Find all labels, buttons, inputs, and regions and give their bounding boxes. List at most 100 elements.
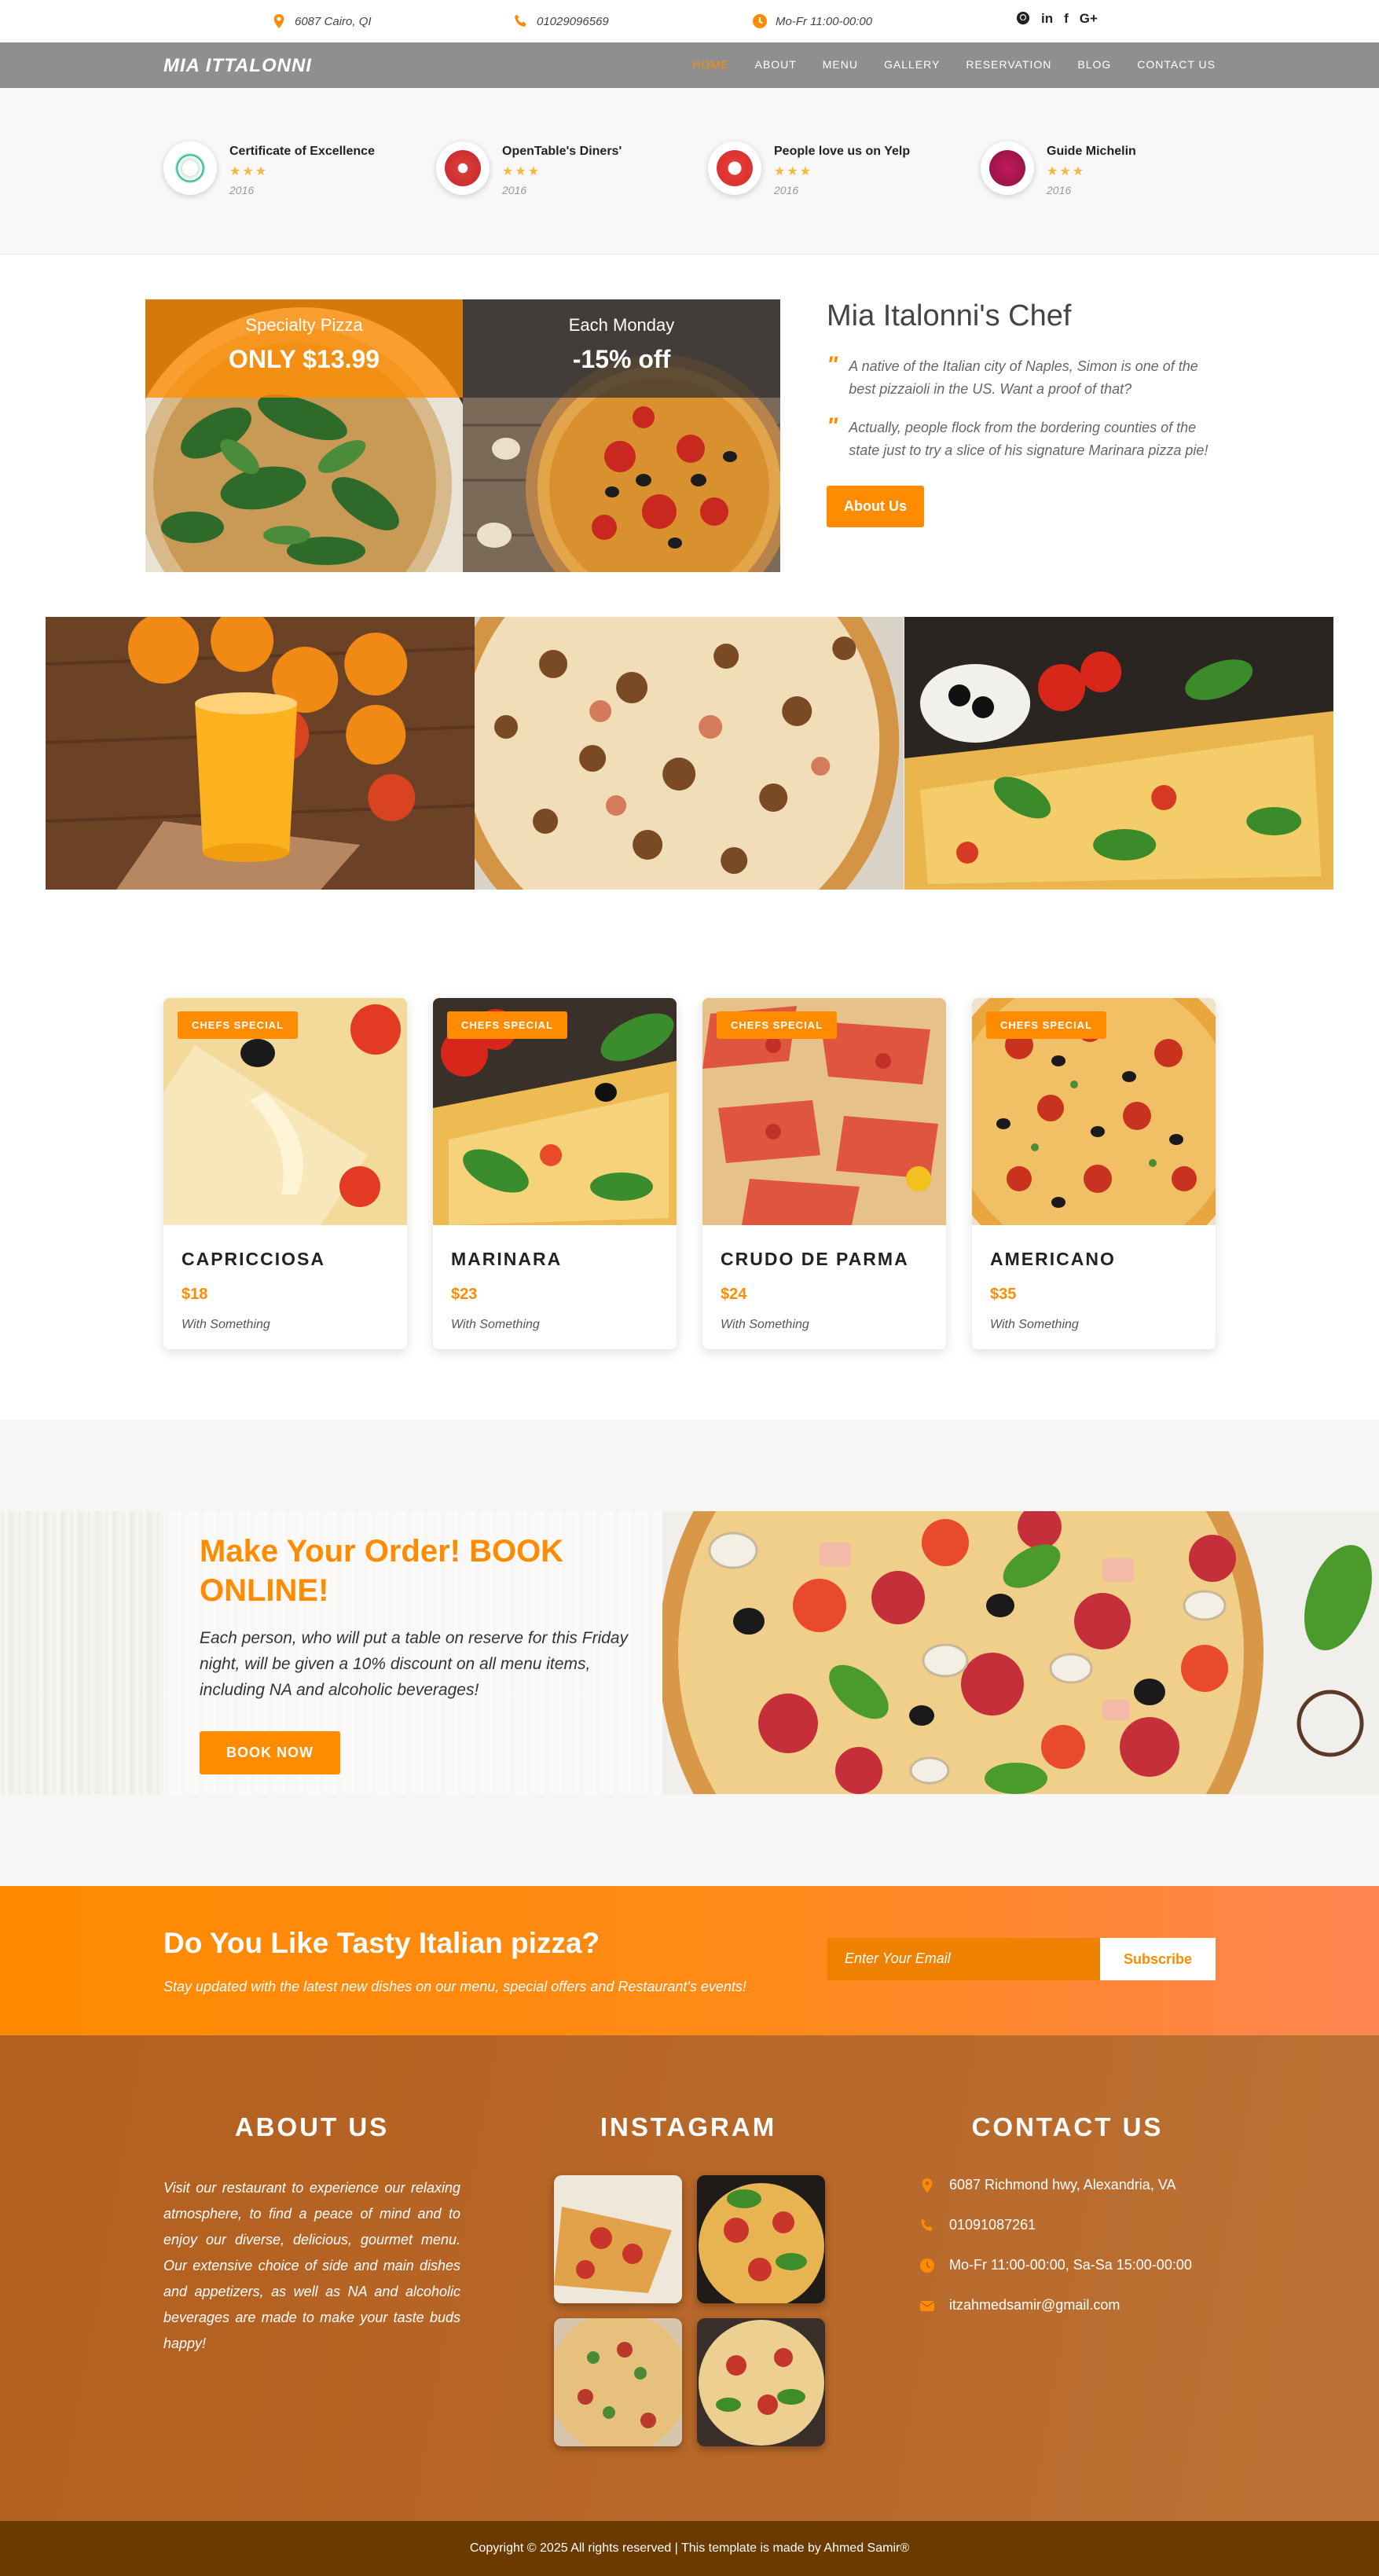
instagram-pizza-image [554,2175,682,2303]
instagram-photo[interactable] [554,2318,682,2446]
contact-text: itzahmedsamir@gmail.com [949,2297,1120,2313]
menu-card-marinara[interactable]: CHEFS SPECIAL MARINARA $23 With Somethin… [433,998,677,1349]
promo-offer: ONLY $13.99 [228,345,380,373]
orange-juice-image [46,617,475,890]
facebook-icon[interactable]: f [1064,11,1069,27]
brand-logo[interactable]: MIA ITTALONNI [163,55,312,77]
menu-card-capricciosa[interactable]: CHEFS SPECIAL CAPRICCIOSA $18 With Somet… [163,998,407,1349]
menu-item-subtitle: With Something [182,1318,270,1331]
promo-offer: -15% off [572,345,671,373]
nav-menu: HOME ABOUT MENU GALLERY RESERVATION BLOG… [667,58,1216,71]
nav-item-home[interactable]: HOME [693,58,729,71]
google-plus-icon[interactable]: G+ [1080,11,1098,27]
order-pizza-image [662,1511,1379,1794]
instagram-photo[interactable] [697,2318,825,2446]
menu-item-subtitle: With Something [990,1318,1079,1331]
menu-card-image: CHEFS SPECIAL [163,998,407,1225]
menu-item-name: CAPRICCIOSA [182,1249,326,1269]
award-item: Guide Michelin ★★★ 2016 [981,141,1136,196]
awards-section: Certificate of Excellence ★★★ 2016 OpenT… [0,88,1379,255]
gallery-strip [46,617,1333,890]
meat-pizza-image [475,617,904,890]
footer-contact-title: CONTACT US [971,2112,1164,2141]
instagram-photo[interactable] [697,2175,825,2303]
award-stars: ★★★ [1047,165,1086,178]
instagram-pizza-image [697,2175,825,2303]
nav-item-contact-us[interactable]: CONTACT US [1137,58,1216,71]
award-item: People love us on Yelp ★★★ 2016 [708,141,910,196]
hours-text: Mo-Fr 11:00-00:00 [776,14,873,28]
subscribe-button[interactable]: Subscribe [1100,1938,1216,1980]
footer: ABOUT US Visit our restaurant to experie… [0,2035,1379,2521]
nav-item-about[interactable]: ABOUT [755,58,797,71]
menu-card-americano[interactable]: CHEFS SPECIAL AMERICANO $35 With Somethi… [972,998,1216,1349]
phone-text: 01029096569 [537,14,609,28]
quote-mark-icon: " [827,352,838,378]
chef-title: Mia Italonni's Chef [827,299,1072,332]
envelope-icon [919,2300,935,2311]
supreme-pizza-image [662,1511,1379,1794]
promo-specialty-pizza[interactable]: Specialty Pizza ONLY $13.99 [145,299,463,572]
menu-card-image: CHEFS SPECIAL [972,998,1216,1225]
newsletter-title: Do You Like Tasty Italian pizza? [163,1927,600,1959]
newsletter-email-input[interactable]: Enter Your Email [827,1938,1100,1980]
contact-text: Mo-Fr 11:00-00:00, Sa-Sa 15:00-00:00 [949,2257,1192,2273]
gallery-photo[interactable] [475,617,904,890]
chefs-special-badge: CHEFS SPECIAL [717,1011,838,1039]
gallery-photo[interactable] [46,617,475,890]
menu-card-crudo-de-parma[interactable]: CHEFS SPECIAL CRUDO DE PARMA $24 With So… [702,998,946,1349]
order-section: Make Your Order! BOOK ONLINE! Each perso… [0,1511,1379,1794]
award-title: OpenTable's Diners' [502,145,622,158]
contact-phone[interactable]: 01091087261 [919,2217,1036,2233]
main-navbar: MIA ITTALONNI HOME ABOUT MENU GALLERY RE… [0,42,1379,88]
nav-item-gallery[interactable]: GALLERY [884,58,940,71]
chefs-special-badge: CHEFS SPECIAL [178,1011,299,1039]
footer-instagram-title: INSTAGRAM [600,2112,777,2141]
menu-item-subtitle: With Something [721,1318,809,1331]
promo-each-monday[interactable]: Each Monday -15% off [463,299,780,572]
topbar-phone[interactable]: 01029096569 [513,13,609,29]
instagram-photo[interactable] [554,2175,682,2303]
phone-icon [515,14,526,27]
nav-item-menu[interactable]: MENU [823,58,858,71]
contact-text: 01091087261 [949,2217,1036,2233]
promo-label: Specialty Pizza [245,315,363,335]
contact-address: 6087 Richmond hwy, Alexandria, VA [919,2177,1176,2193]
menu-card-image: CHEFS SPECIAL [702,998,946,1225]
award-title: People love us on Yelp [774,145,911,158]
instagram-pizza-image [697,2318,825,2446]
about-us-button[interactable]: About Us [827,486,924,527]
instagram-pizza-image [554,2318,682,2446]
phone-icon [921,2218,933,2231]
footer-about-title: ABOUT US [234,2112,390,2141]
topbar-hours: Mo-Fr 11:00-00:00 [752,13,872,29]
chefs-special-badge: CHEFS SPECIAL [447,1011,568,1039]
quote-mark-icon: " [827,413,838,439]
book-now-button[interactable]: BOOK NOW [200,1731,340,1774]
menu-item-name: CRUDO DE PARMA [721,1249,909,1269]
topbar-address: 6087 Cairo, QI [271,13,372,29]
menu-item-name: MARINARA [451,1249,563,1269]
promo-label: Each Monday [568,315,675,335]
github-icon[interactable] [1016,11,1030,25]
award-year: 2016 [1047,184,1072,196]
menu-item-name: AMERICANO [990,1249,1116,1269]
clock-icon [753,14,767,28]
chef-quote-text: A native of the Italian city of Naples, … [849,358,1198,397]
gallery-photo[interactable] [904,617,1333,890]
award-year: 2016 [502,184,527,196]
chef-section: Mia Italonni's Chef " A native of the It… [827,299,1219,527]
nav-item-reservation[interactable]: RESERVATION [966,58,1051,71]
contact-email[interactable]: itzahmedsamir@gmail.com [919,2297,1120,2314]
cheese-pizza-slice-image [904,617,1333,890]
menu-item-subtitle: With Something [451,1318,540,1331]
chefs-special-badge: CHEFS SPECIAL [986,1011,1107,1039]
menu-item-price: $18 [182,1286,208,1303]
copyright-bar: Copyright © 2025 All rights reserved | T… [0,2521,1379,2576]
michelin-badge-icon [981,141,1034,195]
linkedin-icon[interactable]: in [1041,11,1053,27]
tripadvisor-badge-icon [163,141,217,195]
nav-item-blog[interactable]: BLOG [1077,58,1111,71]
award-year: 2016 [774,184,799,196]
menu-card-image: CHEFS SPECIAL [433,998,677,1225]
